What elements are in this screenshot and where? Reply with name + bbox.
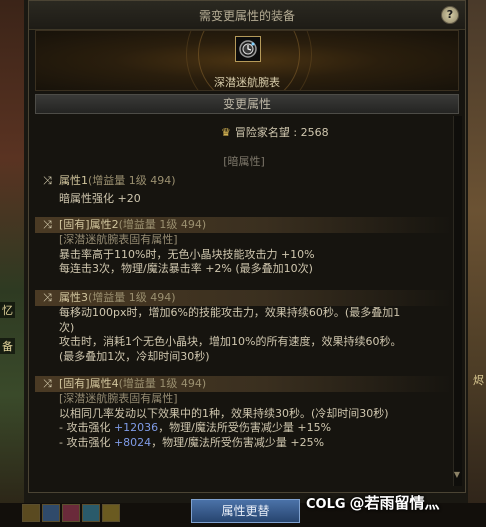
attribute-header: ⤨ [固有]属性4(增益量 1级 494) — [35, 376, 453, 392]
wristwatch-icon — [239, 40, 257, 58]
attribute-line: 每移动100px时，增加6%的技能攻击力，效果持续60秒。(最多叠加1 — [59, 306, 401, 319]
side-label-right: 烬 — [473, 374, 484, 387]
attribute-line: [深潜迷航腕表固有属性] — [59, 392, 178, 405]
attribute-block: ⤨ 属性3(增益量 1级 494) 每移动100px时，增加6%的技能攻击力，效果… — [35, 290, 453, 364]
equipment-slot[interactable] — [235, 36, 261, 62]
attribute-line: 以相同几率发动以下效果中的1种，效果持续30秒。(冷却时间30秒) — [59, 406, 389, 420]
shuffle-icon: ⤨ — [43, 218, 52, 231]
attribute-header: ⤨ [固有]属性2(增益量 1级 494) — [35, 217, 453, 233]
side-label: 忆 — [0, 302, 15, 318]
skill-hotbar — [22, 504, 120, 524]
section-header: 变更属性 — [35, 94, 459, 114]
watermark: COLG @若雨留情灬 — [306, 492, 440, 513]
attribute-title: [固有]属性2 — [59, 218, 119, 231]
attack-value: +12036 — [113, 421, 159, 434]
attribute-text: ，物理/魔法所受伤害减少量 +25% — [151, 435, 325, 449]
help-icon[interactable]: ? — [441, 6, 459, 24]
hotbar-slot[interactable] — [102, 504, 120, 522]
window-title: 需变更属性的装备 — [198, 9, 295, 23]
side-label: 备 — [0, 338, 15, 354]
attribute-title: 属性3 — [59, 291, 88, 304]
attribute-text: - 攻击强化 — [59, 421, 114, 434]
attribute-block: ⤨ [固有]属性2(增益量 1级 494) [深潜迷航腕表固有属性] 暴击率高于1… — [35, 217, 453, 277]
hotbar-slot[interactable] — [62, 504, 80, 522]
fame-label: 冒险家名望 : 2568 — [234, 126, 329, 139]
hotbar-slot[interactable] — [42, 504, 60, 522]
change-attribute-button[interactable]: 属性更替 — [191, 499, 300, 523]
change-attribute-window: 需变更属性的装备 ? 深潜迷航腕表 变更属性 ♛ 冒险家名望 : 2568 [暗属… — [28, 0, 466, 493]
shuffle-icon: ⤨ — [43, 291, 52, 304]
window-title-bar[interactable]: 需变更属性的装备 ? — [29, 1, 465, 30]
attribute-gain: (增益量 1级 494) — [88, 174, 176, 187]
shuffle-icon: ⤨ — [43, 174, 52, 187]
game-world-left — [0, 0, 24, 527]
attribute-header: ⤨ 属性3(增益量 1级 494) — [35, 290, 453, 306]
attribute-gain: (增益量 1级 494) — [88, 291, 176, 304]
scroll-down-icon[interactable]: ▼ — [453, 470, 461, 482]
attribute-line: 暗属性强化 +20 — [59, 192, 141, 205]
attribute-title: 属性1 — [59, 174, 88, 187]
shuffle-icon: ⤨ — [43, 377, 52, 390]
element-header: [暗属性] — [223, 155, 265, 168]
attribute-line: 次) — [59, 320, 75, 334]
equipment-name: 深潜迷航腕表 — [214, 76, 280, 89]
attribute-gain: (增益量 1级 494) — [118, 218, 207, 231]
attack-value: +8024 — [113, 435, 152, 449]
attribute-block: ⤨ 属性1(增益量 1级 494) 暗属性强化 +20 — [35, 173, 453, 207]
attribute-line: - 攻击强化 +8024，物理/魔法所受伤害减少量 +25% — [35, 436, 453, 451]
watermark-text: @若雨留情灬 — [349, 494, 440, 512]
attribute-text: - 攻击强化 — [59, 435, 114, 449]
attribute-list: ♛ 冒险家名望 : 2568 [暗属性] ⤨ 属性1(增益量 1级 494) 暗属性… — [35, 116, 453, 486]
attribute-line: 每连击3次，物理/魔法暴击率 +2% (最多叠加10次) — [59, 262, 313, 275]
attribute-block: ⤨ [固有]属性4(增益量 1级 494) [深潜迷航腕表固有属性] 以相同几率发… — [35, 376, 453, 450]
attribute-line: [深潜迷航腕表固有属性] — [59, 233, 178, 246]
attribute-text: ，物理/魔法所受伤害减少量 +15% — [158, 421, 332, 434]
attribute-title: [固有]属性4 — [59, 377, 119, 390]
equipment-panel: 深潜迷航腕表 — [35, 30, 459, 91]
attribute-line: 攻击时，消耗1个无色小晶块，增加10%的所有速度，效果持续60秒。 — [59, 335, 402, 348]
fame-icon: ♛ — [221, 126, 231, 139]
attribute-header: ⤨ 属性1(增益量 1级 494) — [35, 173, 453, 189]
fame-row: ♛ 冒险家名望 : 2568 — [221, 124, 329, 140]
attribute-line: 暴击率高于110%时，无色小晶块技能攻击力 +10% — [59, 247, 315, 261]
attribute-line: - 攻击强化 +12036，物理/魔法所受伤害减少量 +15% — [35, 421, 453, 436]
hotbar-slot[interactable] — [22, 504, 40, 522]
hotbar-slot[interactable] — [82, 504, 100, 522]
colg-logo: COLG — [306, 497, 346, 512]
attribute-line: (最多叠加1次，冷却时间30秒) — [59, 349, 210, 363]
scrollbar[interactable] — [453, 116, 462, 486]
attribute-gain: (增益量 1级 494) — [118, 377, 207, 390]
game-world-right — [468, 0, 486, 527]
